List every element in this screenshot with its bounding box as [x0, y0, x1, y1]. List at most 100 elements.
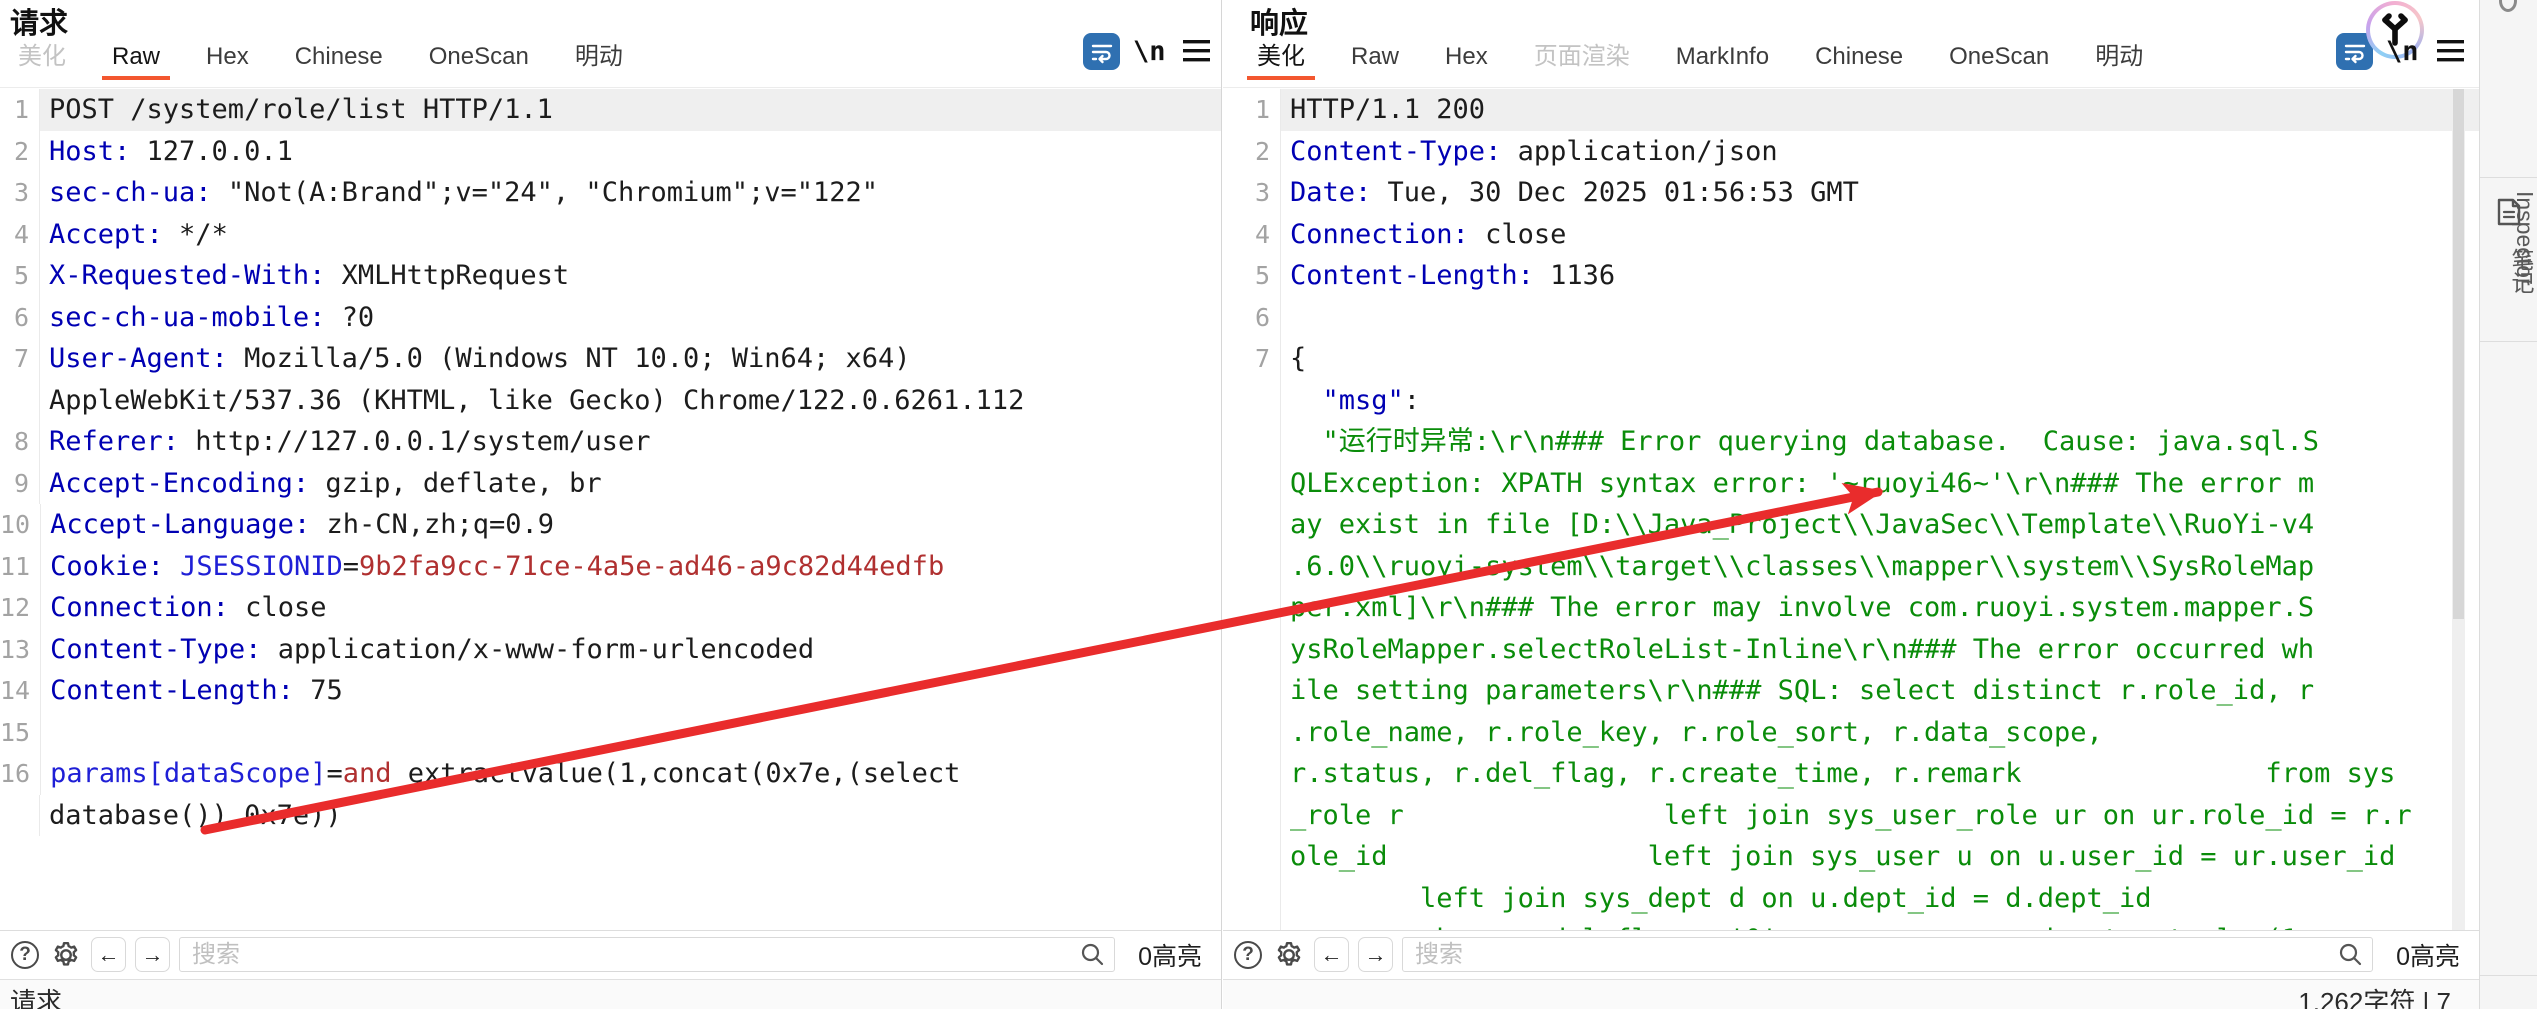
- line-number: 2: [0, 131, 40, 173]
- code-line: _role r left join sys_user_role ur on ur…: [1223, 795, 2479, 837]
- line-number: 16: [0, 753, 41, 795]
- response-search: [1402, 937, 2373, 972]
- search-magnifier-icon: [2338, 942, 2363, 972]
- tab-页面渲染[interactable]: 页面渲染: [1524, 36, 1640, 80]
- settings-gear-icon[interactable]: [1273, 939, 1305, 971]
- code-line: 14Content-Length: 75: [0, 670, 1221, 712]
- code-text: per.xml]\r\n### The error may involve co…: [1281, 587, 2479, 629]
- next-match-button[interactable]: →: [135, 937, 170, 972]
- line-number: 4: [1223, 214, 1281, 256]
- response-scrollbar-thumb[interactable]: [2453, 89, 2464, 619]
- help-icon[interactable]: ?: [1232, 939, 1264, 971]
- request-footer-text: 请求: [0, 980, 1221, 1009]
- newline-toggle-icon[interactable]: \n: [2386, 36, 2419, 67]
- request-search-input[interactable]: [179, 937, 1115, 972]
- response-search-input[interactable]: [1402, 937, 2373, 972]
- code-text: Referer: http://127.0.0.1/system/user: [40, 421, 1221, 463]
- code-line: 11Cookie: JSESSIONID=9b2fa9cc-71ce-4a5e-…: [0, 546, 1221, 588]
- right-rail: Inspector 笔记: [2479, 0, 2537, 1009]
- code-line: left join sys_dept d on u.dept_id = d.de…: [1223, 878, 2479, 920]
- code-line: 15: [0, 712, 1221, 754]
- code-line: 9Accept-Encoding: gzip, deflate, br: [0, 463, 1221, 505]
- word-wrap-icon[interactable]: [1083, 33, 1120, 70]
- hamburger-menu-icon[interactable]: [2437, 40, 2464, 67]
- code-text: Content-Length: 75: [41, 670, 1221, 712]
- request-highlight-count: 0高亮: [1124, 937, 1212, 973]
- line-number: 7: [1223, 338, 1281, 380]
- tab-美化[interactable]: 美化: [1247, 36, 1315, 80]
- line-number: 10: [0, 504, 41, 546]
- code-line: 10Accept-Language: zh-CN,zh;q=0.9: [0, 504, 1221, 546]
- code-text: Content-Type: application/json: [1281, 131, 2479, 173]
- tab-MarkInfo[interactable]: MarkInfo: [1666, 43, 1779, 80]
- note-icon[interactable]: [2496, 198, 2522, 231]
- line-number: 1: [1223, 89, 1281, 131]
- line-number: [1223, 629, 1281, 671]
- tab-Chinese[interactable]: Chinese: [285, 43, 393, 80]
- rail-tab-notes[interactable]: 笔记: [2480, 248, 2537, 294]
- response-scrollbar[interactable]: [2452, 89, 2465, 930]
- response-editor[interactable]: 1HTTP/1.1 2002Content-Type: application/…: [1223, 89, 2479, 930]
- tab-Chinese[interactable]: Chinese: [1805, 43, 1913, 80]
- line-number: [1223, 421, 1281, 463]
- code-text: Connection: close: [1281, 214, 2479, 256]
- tab-Raw[interactable]: Raw: [1341, 43, 1409, 80]
- code-line: 3sec-ch-ua: "Not(A:Brand";v="24", "Chrom…: [0, 172, 1221, 214]
- code-text: where r.del_flag = '0' and extractvalue(…: [1281, 919, 2479, 930]
- code-text: .6.0\\ruoyi-system\\target\\classes\\map…: [1281, 546, 2479, 588]
- tab-Raw[interactable]: Raw: [102, 43, 170, 80]
- settings-gear-icon[interactable]: [50, 939, 82, 971]
- line-number: [0, 795, 40, 837]
- code-text: Accept-Language: zh-CN,zh;q=0.9: [41, 504, 1221, 546]
- line-number: 1: [0, 89, 40, 131]
- line-number: [1223, 712, 1281, 754]
- response-panel: 响应 美化RawHex页面渲染MarkInfoChineseOneScan明动 …: [1223, 0, 2479, 1009]
- previous-match-button[interactable]: ←: [1314, 937, 1349, 972]
- line-number: 5: [1223, 255, 1281, 297]
- word-wrap-glyph: [1090, 40, 1114, 64]
- response-header: 响应 美化RawHex页面渲染MarkInfoChineseOneScan明动 …: [1223, 0, 2479, 88]
- response-tabs: 美化 Raw Hex 页面渲染 MarkInfo Chinese OneScan 明动: [1247, 36, 2153, 80]
- line-number: 4: [0, 214, 40, 256]
- tab-OneScan[interactable]: OneScan: [419, 43, 539, 80]
- code-line: .role_name, r.role_key, r.role_sort, r.d…: [1223, 712, 2479, 754]
- next-match-button[interactable]: →: [1358, 937, 1393, 972]
- request-editor[interactable]: 1POST /system/role/list HTTP/1.12Host: 1…: [0, 89, 1221, 930]
- line-number: 13: [0, 629, 41, 671]
- tab-OneScan[interactable]: OneScan: [1939, 43, 2059, 80]
- newline-toggle-icon[interactable]: \n: [1133, 36, 1166, 67]
- line-number: 15: [0, 712, 41, 754]
- code-line: 6: [1223, 297, 2479, 339]
- tab-明动[interactable]: 明动: [565, 36, 633, 80]
- code-text: Connection: close: [41, 587, 1221, 629]
- code-line: "运行时异常:\r\n### Error querying database. …: [1223, 421, 2479, 463]
- word-wrap-glyph: [2343, 40, 2367, 64]
- rail-tab-inspector[interactable]: Inspector: [2480, 88, 2537, 388]
- line-number: [1223, 795, 1281, 837]
- response-highlight-count: 0高亮: [2382, 937, 2470, 973]
- gear-glyph: [1274, 940, 1304, 970]
- code-text: "msg":: [1281, 380, 2479, 422]
- tab-Hex[interactable]: Hex: [1435, 43, 1498, 80]
- code-text: sec-ch-ua-mobile: ?0: [40, 297, 1221, 339]
- response-search-toolbar: ? ← → 0高亮: [1223, 930, 2479, 978]
- code-line: 4Connection: close: [1223, 214, 2479, 256]
- code-line: 5Content-Length: 1136: [1223, 255, 2479, 297]
- tab-美化[interactable]: 美化: [8, 36, 76, 80]
- line-number: 5: [0, 255, 40, 297]
- line-number: 12: [0, 587, 41, 629]
- line-number: 7: [0, 338, 40, 380]
- line-number: [1223, 919, 1281, 930]
- tab-明动[interactable]: 明动: [2085, 36, 2153, 80]
- code-text: left join sys_dept d on u.dept_id = d.de…: [1281, 878, 2479, 920]
- hamburger-menu-icon[interactable]: [1183, 40, 1210, 67]
- code-line: 2Content-Type: application/json: [1223, 131, 2479, 173]
- line-number: 6: [0, 297, 40, 339]
- previous-match-button[interactable]: ←: [91, 937, 126, 972]
- code-line: 8Referer: http://127.0.0.1/system/user: [0, 421, 1221, 463]
- line-number: [1223, 753, 1281, 795]
- tab-Hex[interactable]: Hex: [196, 43, 259, 80]
- help-icon[interactable]: ?: [9, 939, 41, 971]
- gear-glyph: [51, 940, 81, 970]
- code-line: AppleWebKit/537.36 (KHTML, like Gecko) C…: [0, 380, 1221, 422]
